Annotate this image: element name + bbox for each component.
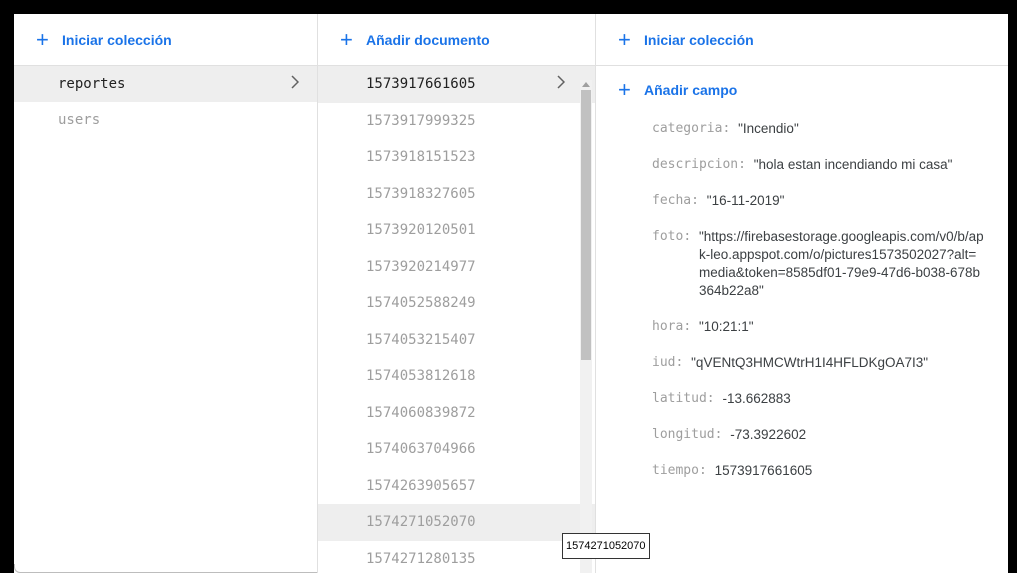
plus-icon: +: [618, 77, 631, 102]
plus-icon: +: [36, 26, 49, 52]
field-key: tiempo: [652, 463, 699, 478]
document-id-label: 1574053215407: [366, 331, 476, 348]
chevron-right-icon: [291, 75, 299, 89]
document-item[interactable]: 1574271052070: [318, 504, 595, 541]
field-separator: :: [691, 193, 707, 208]
document-item[interactable]: 1573917999325: [318, 103, 595, 140]
document-id-label: 1573920120501: [366, 222, 476, 239]
document-id-label: 1574063704966: [366, 441, 476, 458]
field-value: -73.3922602: [730, 427, 807, 442]
scroll-up-arrow-icon[interactable]: [582, 82, 590, 87]
plus-icon: +: [340, 26, 353, 52]
field-value: "qVENtQ3HMCWtrH1I4HFLDKgOA7I3": [691, 355, 929, 370]
field-value: "16-11-2019": [706, 193, 785, 208]
field-list: categoria: "Incendio" descripcion: "hola …: [596, 114, 1008, 480]
document-id-label: 1574271052070: [366, 514, 476, 531]
add-document-button[interactable]: + Añadir documento: [318, 14, 595, 66]
field-row-hora[interactable]: hora: "10:21:1": [596, 318, 1008, 336]
collection-label: users: [58, 112, 101, 128]
document-id-label: 1573917999325: [366, 112, 476, 129]
firestore-data-viewer: + Iniciar colección reportes users + Aña…: [14, 14, 1008, 573]
field-key: iud: [652, 355, 676, 370]
document-id-label: 1574271280135: [366, 550, 476, 567]
field-row-latitud[interactable]: latitud: -13.662883: [596, 390, 1008, 408]
field-key: hora: [652, 319, 684, 334]
field-key: latitud: [652, 391, 707, 406]
document-item[interactable]: 1574060839872: [318, 395, 595, 432]
start-collection-button[interactable]: + Iniciar colección: [14, 14, 317, 66]
document-item[interactable]: 1574063704966: [318, 431, 595, 468]
collection-item-reportes[interactable]: reportes: [14, 66, 317, 102]
document-item[interactable]: 1573918327605: [318, 176, 595, 213]
documents-panel: + Añadir documento 1573917661605 15739179…: [318, 14, 596, 573]
field-separator: :: [675, 355, 692, 370]
field-key: longitud: [652, 427, 715, 442]
document-item[interactable]: 1573920120501: [318, 212, 595, 249]
document-id-label: 1573920214977: [366, 258, 476, 275]
document-item[interactable]: 1573920214977: [318, 249, 595, 286]
document-item[interactable]: 1574052588249: [318, 285, 595, 322]
document-id-label: 1573918151523: [366, 149, 476, 166]
field-separator: :: [738, 157, 754, 172]
document-item[interactable]: 1574271280135: [318, 541, 595, 573]
start-subcollection-button[interactable]: + Iniciar colección: [596, 14, 1008, 66]
document-item[interactable]: 1574263905657: [318, 468, 595, 505]
document-id-label: 1573917661605: [366, 76, 476, 93]
field-row-fecha[interactable]: fecha: "16-11-2019": [596, 192, 1008, 210]
field-row-categoria[interactable]: categoria: "Incendio": [596, 120, 1008, 138]
document-item[interactable]: 1574053812618: [318, 358, 595, 395]
collections-panel: + Iniciar colección reportes users: [14, 14, 318, 573]
field-key: fecha: [652, 193, 692, 208]
field-value: "https://firebasestorage.googleapis.com/…: [698, 229, 984, 298]
add-field-label: Añadir campo: [644, 82, 738, 98]
field-separator: :: [706, 391, 723, 406]
field-value: "hola estan incendiando mi casa": [753, 157, 953, 172]
start-subcollection-label: Iniciar colección: [644, 31, 754, 48]
field-value: "10:21:1": [698, 319, 754, 334]
field-separator: :: [722, 121, 739, 136]
document-id-label: 1574052588249: [366, 295, 476, 312]
field-row-tiempo[interactable]: tiempo: 1573917661605: [596, 462, 1008, 480]
document-item[interactable]: 1573917661605: [318, 66, 595, 103]
collection-label: reportes: [58, 76, 126, 92]
document-fields-panel: + Iniciar colección + Añadir campo categ…: [596, 14, 1008, 573]
field-row-longitud[interactable]: longitud: -73.3922602: [596, 426, 1008, 444]
field-separator: :: [714, 427, 731, 442]
field-value: -13.662883: [722, 391, 791, 406]
scrollbar-thumb[interactable]: [581, 90, 591, 360]
field-value: 1573917661605: [714, 463, 813, 478]
field-separator: :: [683, 229, 699, 244]
chevron-right-icon: [557, 75, 565, 89]
field-key: descripcion: [652, 157, 739, 172]
document-item[interactable]: 1574053215407: [318, 322, 595, 359]
field-value: "Incendio": [738, 121, 799, 136]
field-row-foto[interactable]: foto: "https://firebasestorage.googleapi…: [596, 228, 1008, 300]
start-collection-label: Iniciar colección: [62, 31, 172, 48]
document-id-label: 1574053812618: [366, 368, 476, 385]
field-key: categoria: [652, 121, 723, 136]
field-separator: :: [683, 319, 699, 334]
document-item[interactable]: 1573918151523: [318, 139, 595, 176]
add-document-label: Añadir documento: [366, 31, 490, 48]
field-key: foto: [652, 229, 684, 244]
document-list: 1573917661605 1573917999325 1573918151523 1…: [318, 66, 595, 573]
document-list-scrollbar[interactable]: [580, 80, 592, 573]
panel-corner: [14, 564, 317, 573]
document-id-label: 1573918327605: [366, 185, 476, 202]
collection-item-users[interactable]: users: [14, 102, 317, 138]
document-id-label: 1574263905657: [366, 477, 476, 494]
plus-icon: +: [618, 26, 631, 52]
tooltip: 1574271052070: [562, 533, 650, 559]
field-row-iud[interactable]: iud: "qVENtQ3HMCWtrH1I4HFLDKgOA7I3": [596, 354, 1008, 372]
field-row-descripcion[interactable]: descripcion: "hola estan incendiando mi …: [596, 156, 1008, 174]
add-field-button[interactable]: + Añadir campo: [596, 66, 1008, 114]
field-separator: :: [698, 463, 715, 478]
document-id-label: 1574060839872: [366, 404, 476, 421]
